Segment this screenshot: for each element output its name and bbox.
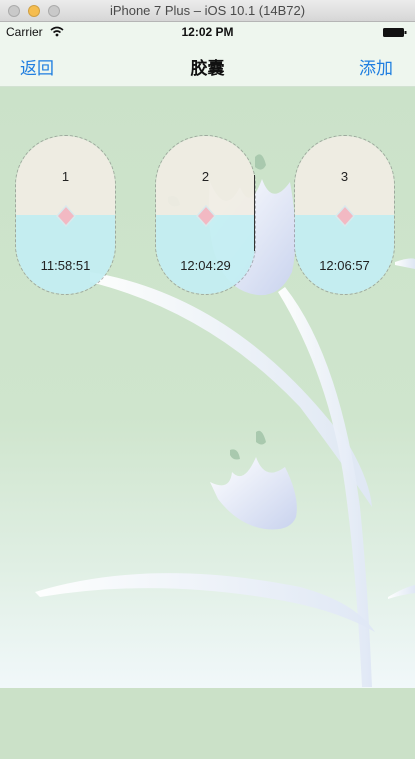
page-title: 胶囊 xyxy=(190,59,225,78)
status-time: 12:02 PM xyxy=(181,25,234,39)
capsule-time: 12:06:57 xyxy=(319,258,370,273)
divider-line xyxy=(254,175,255,251)
diamond-icon xyxy=(334,205,356,227)
footer-background xyxy=(0,688,415,759)
capsule-number: 2 xyxy=(201,169,210,184)
diamond-icon xyxy=(55,205,77,227)
capsule-number: 1 xyxy=(61,169,70,184)
diamond-icon xyxy=(195,205,217,227)
status-bar: Carrier 12:02 PM xyxy=(0,22,415,42)
capsule-list: 1 11:58:51 2 12:04:29 3 12:06:57 xyxy=(0,87,415,307)
capsule-time: 12:04:29 xyxy=(180,258,231,273)
capsule-card[interactable]: 3 12:06:57 xyxy=(294,135,395,295)
capsule-card[interactable]: 1 11:58:51 xyxy=(15,135,116,295)
battery-icon xyxy=(383,28,407,37)
capsule-card[interactable]: 2 12:04:29 xyxy=(155,135,256,295)
capsule-time: 11:58:51 xyxy=(40,258,91,273)
content-area: 1 11:58:51 2 12:04:29 3 12:06:57 xyxy=(0,87,415,688)
navigation-bar: 返回 胶囊 添加 xyxy=(0,42,415,87)
window-title-bar: iPhone 7 Plus – iOS 10.1 (14B72) xyxy=(0,0,415,22)
capsule-number: 3 xyxy=(340,169,349,184)
window-title: iPhone 7 Plus – iOS 10.1 (14B72) xyxy=(109,3,306,18)
add-button[interactable]: 添加 xyxy=(359,54,393,79)
